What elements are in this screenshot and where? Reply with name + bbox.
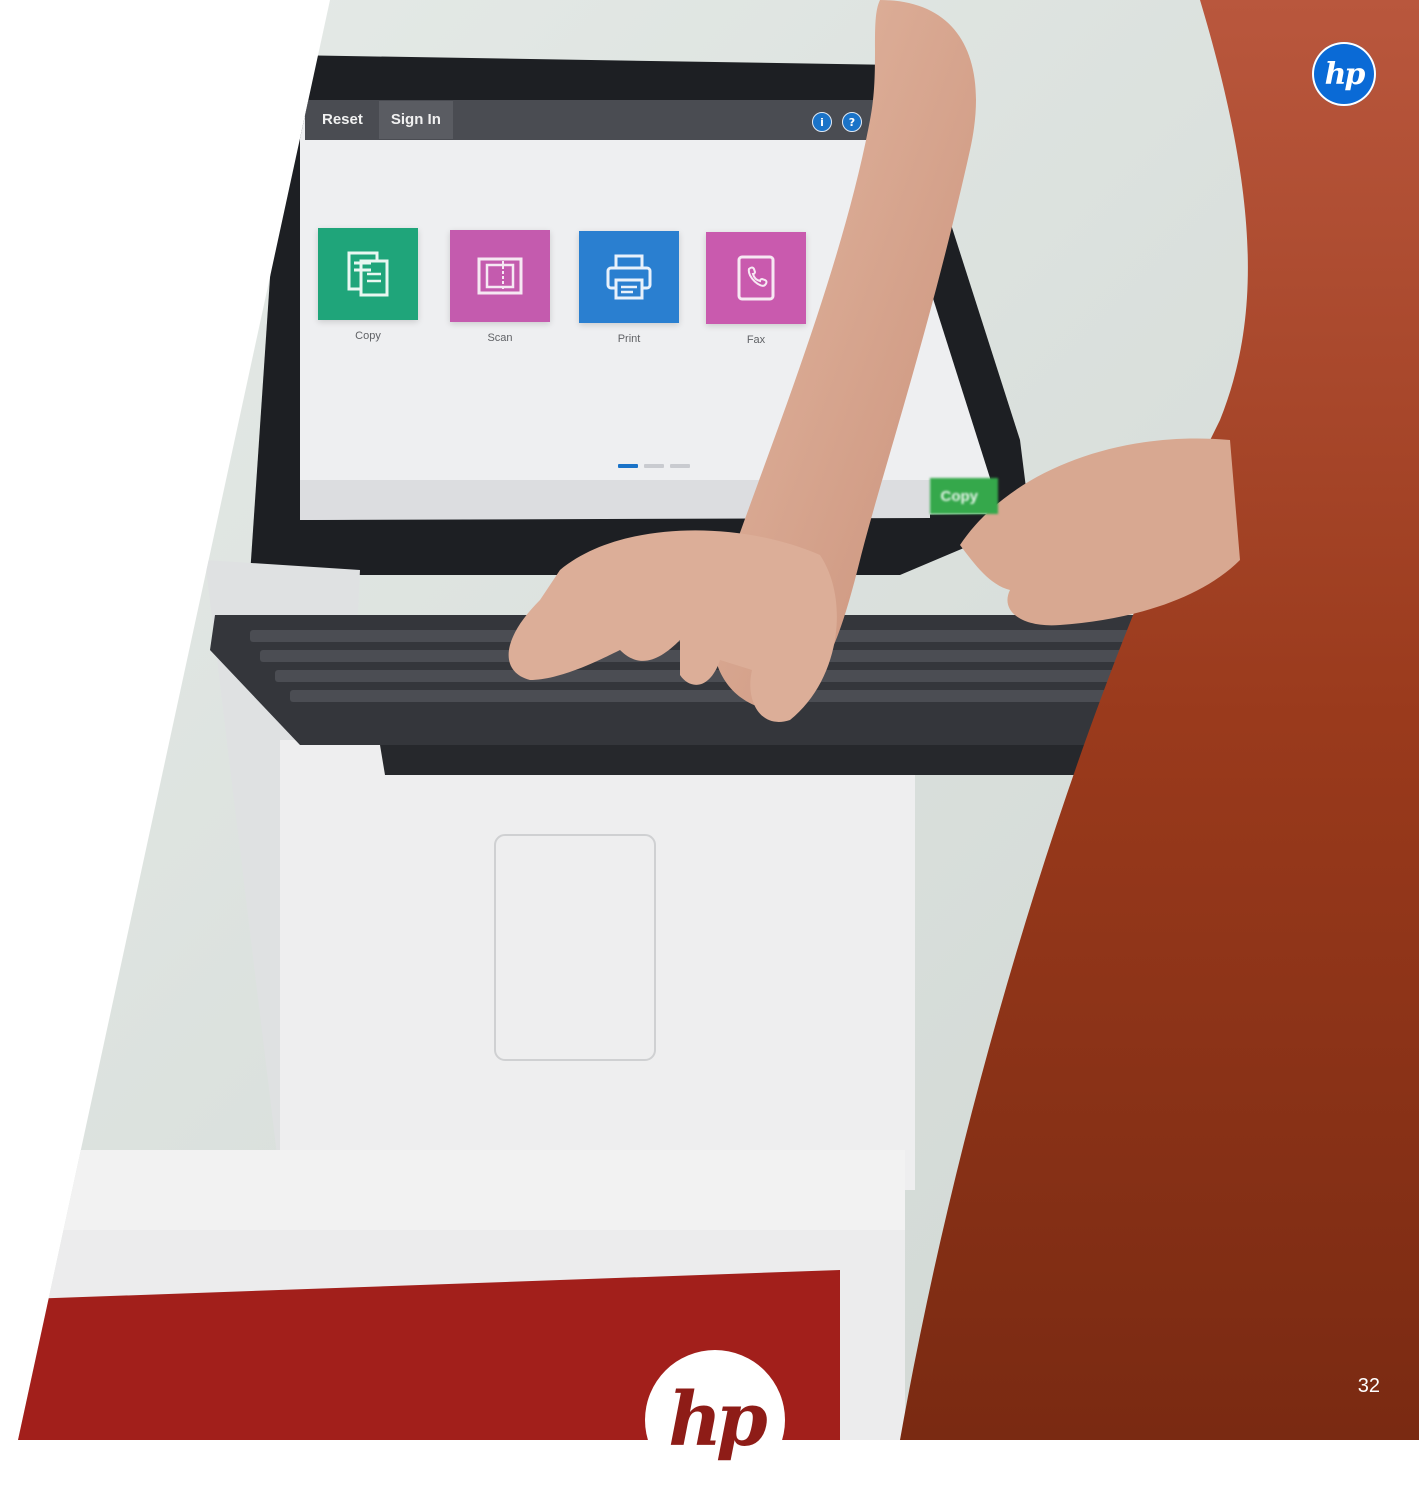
app-print[interactable]: Print — [574, 231, 684, 345]
scene-backdrop — [18, 0, 1419, 1440]
app-fax[interactable]: Fax — [701, 232, 811, 346]
app-copy[interactable]: Copy — [313, 228, 423, 342]
page-dot-3[interactable] — [670, 464, 690, 468]
help-icon[interactable]: ? — [842, 112, 862, 132]
hp-logo-icon: hp — [1312, 42, 1376, 106]
scan-tile[interactable] — [450, 230, 550, 322]
scan-icon — [477, 257, 523, 295]
start-copy-button[interactable]: Copy — [930, 478, 998, 514]
print-icon — [606, 254, 652, 300]
info-icon[interactable]: i — [812, 112, 832, 132]
fax-tile[interactable] — [706, 232, 806, 324]
print-tile[interactable] — [579, 231, 679, 323]
sign-in-button[interactable]: Sign In — [378, 101, 453, 139]
printer-hp-logo-icon: hp — [645, 1350, 785, 1490]
page-dot-2[interactable] — [644, 464, 664, 468]
panel-header: Reset Sign In i ? — [310, 100, 870, 140]
photo-scene: Reset Sign In i ? Copy Scan Print Fax Co… — [0, 0, 1419, 1490]
fax-icon — [737, 255, 775, 301]
page-dot-1[interactable] — [618, 464, 638, 468]
print-label: Print — [617, 333, 641, 345]
fax-label: Fax — [746, 334, 766, 346]
reset-button[interactable]: Reset — [310, 101, 375, 139]
scan-label: Scan — [487, 332, 513, 344]
page-indicator — [618, 464, 690, 468]
copy-icon — [347, 251, 389, 297]
copy-label: Copy — [355, 330, 381, 342]
page-number: 32 — [1357, 1375, 1380, 1397]
copy-tile[interactable] — [318, 228, 418, 320]
app-scan[interactable]: Scan — [445, 230, 555, 344]
